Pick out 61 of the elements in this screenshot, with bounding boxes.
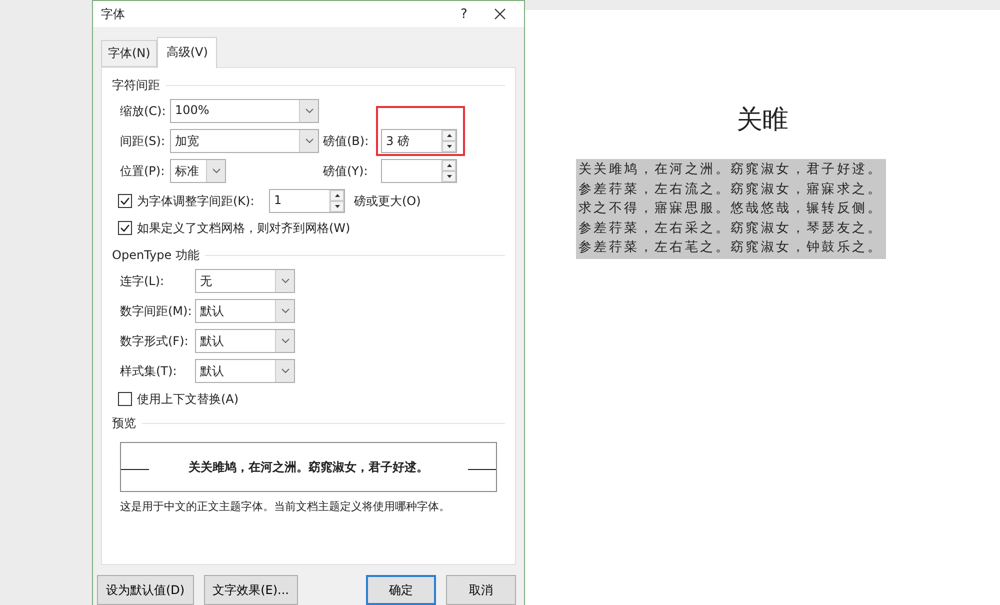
field-label: 磅或更大(O) [354,192,422,210]
down-arrow-icon [334,205,340,208]
tab[interactable]: 高级(V) [157,37,217,68]
checkmark-icon [120,224,130,232]
checkbox-label: 为字体调整字间距(K): [137,192,256,210]
section-title: 预览 [112,414,136,432]
poem-line: 关关雎鸠，在河之洲。窈窕淑女，君子好逑。 [578,161,882,179]
chevron-down-icon [280,368,290,374]
chevron-down-icon [280,278,290,284]
field-label: 磅值(Y): [323,162,369,180]
dialog-button[interactable]: 设为默认值(D) [97,575,194,605]
down-arrow-icon [446,145,452,148]
field-label: 位置(P): [120,162,166,180]
checkbox-label: 使用上下文替换(A) [137,390,240,408]
spin-field[interactable] [381,159,457,183]
field-label: 样式集(T): [120,362,178,380]
field-label: 缩放(C): [120,102,167,120]
checkbox[interactable] [118,221,132,235]
chevron-down-icon [280,308,290,314]
checkbox[interactable] [118,194,132,208]
field-label: 间距(S): [120,132,166,150]
dropdown[interactable]: 默认 [195,299,295,323]
poem-line: 参差荇菜，左右采之。窈窕淑女，琴瑟友之。 [578,220,882,238]
field-label: 磅值(B): [323,132,370,150]
preview-text: 关关雎鸠，在河之洲。窈窕淑女，君子好逑。 [188,458,428,476]
dropdown[interactable]: 100% [170,99,319,123]
poem-line: 求之不得，寤寐思服。悠哉悠哉，辗转反侧。 [578,200,882,218]
tab[interactable]: 字体(N) [101,40,158,67]
up-arrow-icon [334,194,340,197]
dialog-button[interactable]: 文字效果(E)... [204,575,298,605]
close-icon[interactable] [494,8,506,20]
dialog-button[interactable]: 确定 [366,575,436,605]
help-button[interactable]: ? [452,6,476,22]
dropdown[interactable]: 默认 [195,329,295,353]
document-title: 关睢 [736,104,788,137]
spin-field[interactable]: 1 [269,189,345,213]
preview-note: 这是用于中文的正文主题字体。当前文档主题定义将使用哪种字体。 [119,499,451,515]
dropdown[interactable]: 默认 [195,359,295,383]
checkmark-icon [120,197,130,205]
checkbox-label: 如果定义了文档网格，则对齐到网格(W) [137,220,352,236]
dropdown[interactable]: 标准 [170,159,226,183]
checkbox[interactable] [118,392,132,406]
up-arrow-icon [446,134,452,137]
dialog-button[interactable]: 取消 [446,575,516,605]
dropdown[interactable]: 加宽 [170,129,319,153]
chevron-down-icon [304,108,314,114]
chevron-down-icon [304,138,314,144]
up-arrow-icon [446,164,452,167]
dropdown[interactable]: 无 [195,269,295,293]
window-title: 字体 [101,6,126,22]
field-label: 连字(L): [120,272,166,290]
field-label: 数字形式(F): [120,332,190,350]
poem-line: 参差荇菜，左右芼之。窈窕淑女，钟鼓乐之。 [578,239,882,257]
chevron-down-icon [212,168,220,174]
section-title: OpenType 功能 [112,246,200,264]
poem-line: 参差荇菜，左右流之。窈窕淑女，寤寐求之。 [578,180,882,198]
down-arrow-icon [446,175,452,178]
spin-field[interactable]: 3 磅 [381,129,457,153]
section-title: 字符间距 [112,76,160,94]
chevron-down-icon [280,338,290,344]
field-label: 数字间距(M): [120,302,193,320]
